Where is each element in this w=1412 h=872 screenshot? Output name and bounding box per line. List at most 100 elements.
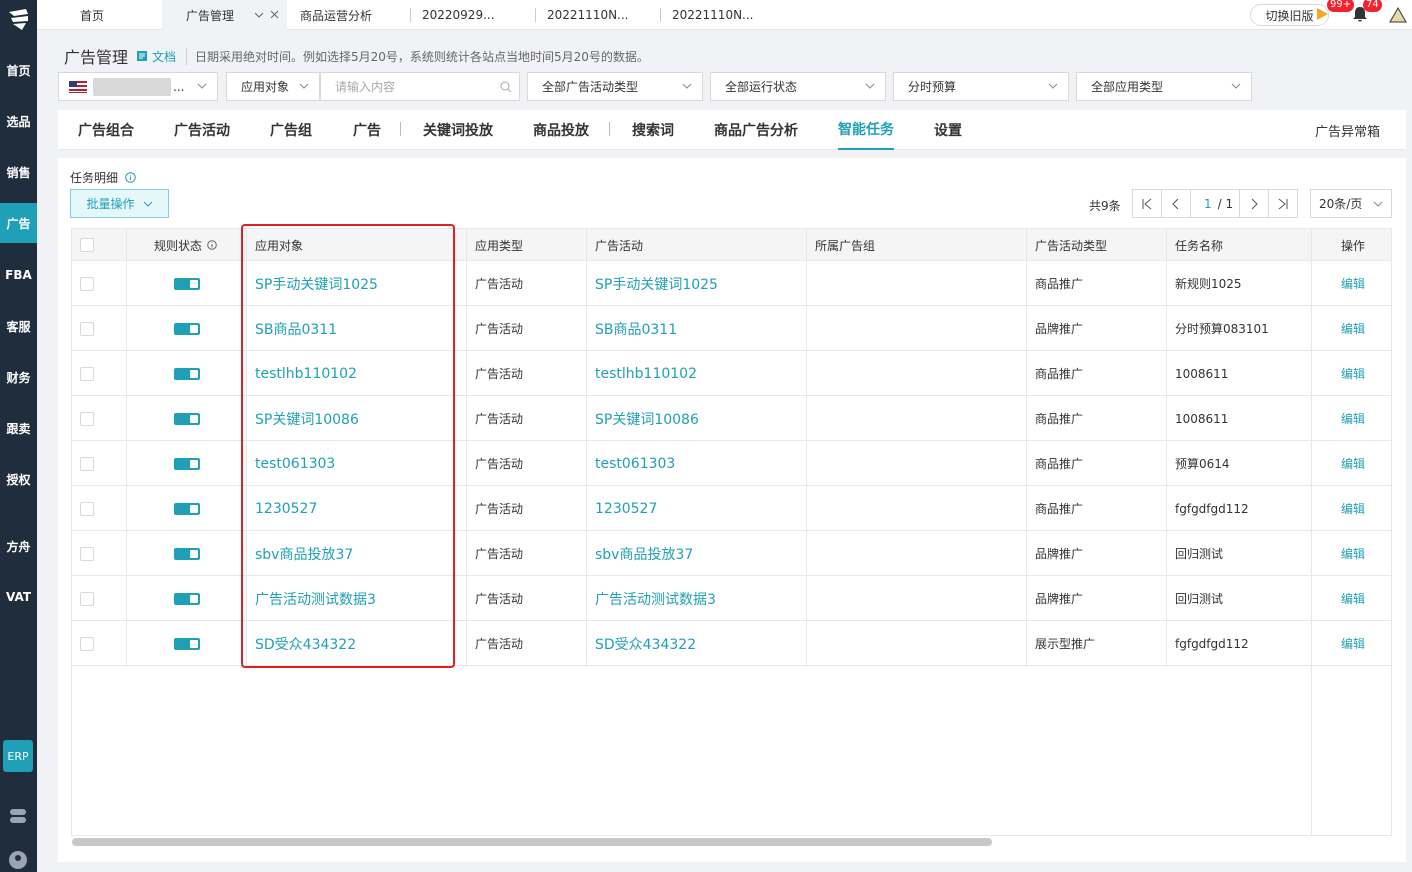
edit-button[interactable]: 编辑 bbox=[1341, 441, 1365, 486]
row-checkbox[interactable] bbox=[80, 546, 94, 561]
campaign-type-select[interactable]: 全部广告活动类型 bbox=[527, 72, 703, 101]
campaign-link[interactable]: sbv商品投放37 bbox=[595, 531, 693, 576]
ad-subnav: 广告组合 广告活动 广告组 广告 关键词投放 商品投放 搜索词 商品广告分析 智… bbox=[58, 110, 1406, 150]
store-select[interactable]: ... bbox=[58, 72, 218, 101]
subtab-product-targeting[interactable]: 商品投放 bbox=[533, 110, 589, 150]
edit-button[interactable]: 编辑 bbox=[1341, 351, 1365, 396]
select-all-checkbox[interactable] bbox=[80, 238, 94, 252]
rule-status-toggle[interactable] bbox=[174, 502, 200, 515]
rule-status-toggle[interactable] bbox=[174, 367, 200, 380]
nav-item-ads[interactable]: 广告 bbox=[0, 203, 37, 243]
subtab-keyword[interactable]: 关键词投放 bbox=[423, 110, 493, 150]
edit-button[interactable]: 编辑 bbox=[1341, 261, 1365, 306]
first-page-icon bbox=[1142, 198, 1152, 209]
row-checkbox[interactable] bbox=[80, 501, 94, 516]
subtab-portfolio[interactable]: 广告组合 bbox=[78, 110, 134, 150]
rule-status-toggle[interactable] bbox=[174, 412, 200, 425]
campaign-link[interactable]: test061303 bbox=[595, 441, 675, 486]
campaign-link[interactable]: 1230527 bbox=[595, 486, 657, 531]
run-state-select[interactable]: 全部运行状态 bbox=[710, 72, 886, 101]
row-checkbox[interactable] bbox=[80, 456, 94, 471]
prev-page-button[interactable] bbox=[1161, 189, 1191, 218]
row-checkbox[interactable] bbox=[80, 276, 94, 291]
search-icon[interactable] bbox=[500, 81, 512, 93]
database-icon[interactable] bbox=[7, 805, 29, 827]
nav-item-authorization[interactable]: 授权 bbox=[0, 459, 37, 499]
nav-item-sales[interactable]: 销售 bbox=[0, 152, 37, 192]
campaign-link[interactable]: 广告活动测试数据3 bbox=[595, 576, 716, 621]
nav-item-ark[interactable]: 方舟 bbox=[0, 526, 37, 566]
doc-link[interactable]: 文档 bbox=[136, 48, 176, 65]
row-checkbox[interactable] bbox=[80, 321, 94, 336]
subtab-product-ad-analysis[interactable]: 商品广告分析 bbox=[714, 110, 798, 150]
rule-status-toggle[interactable] bbox=[174, 457, 200, 470]
nav-item-customer-service[interactable]: 客服 bbox=[0, 306, 37, 346]
subtab-smart-task[interactable]: 智能任务 bbox=[838, 110, 894, 150]
user-icon[interactable] bbox=[1389, 5, 1407, 23]
subtab-ad-group[interactable]: 广告组 bbox=[270, 110, 312, 150]
first-page-button[interactable] bbox=[1132, 189, 1162, 218]
nav-item-product-selection[interactable]: 选品 bbox=[0, 101, 37, 141]
tab-20220929[interactable]: 20220929... bbox=[422, 0, 495, 30]
rule-status-toggle[interactable] bbox=[174, 592, 200, 605]
nav-item-follow-sell[interactable]: 跟卖 bbox=[0, 408, 37, 448]
user-avatar-icon[interactable] bbox=[7, 849, 29, 871]
campaign-link[interactable]: SD受众434322 bbox=[595, 621, 696, 666]
nav-item-home[interactable]: 首页 bbox=[0, 50, 37, 90]
chevron-down-icon[interactable] bbox=[254, 11, 264, 19]
nav-item-fba[interactable]: FBA bbox=[0, 255, 37, 295]
ad-anomaly-box[interactable]: 广告异常箱 bbox=[1315, 110, 1380, 150]
edit-button[interactable]: 编辑 bbox=[1341, 531, 1365, 576]
info-icon[interactable] bbox=[125, 172, 136, 183]
apply-type-cell: 广告活动 bbox=[475, 322, 524, 336]
nav-item-finance[interactable]: 财务 bbox=[0, 357, 37, 397]
bulk-action-button[interactable]: 批量操作 bbox=[70, 189, 169, 218]
tab-ad-management[interactable]: 广告管理 bbox=[162, 0, 287, 30]
apply-object-label: 应用对象 bbox=[241, 80, 290, 94]
search-input[interactable]: 请输入内容 bbox=[320, 72, 520, 101]
next-page-button[interactable] bbox=[1239, 189, 1269, 218]
tab-home[interactable]: 首页 bbox=[37, 0, 162, 30]
row-checkbox[interactable] bbox=[80, 636, 94, 651]
campaign-link[interactable]: SB商品0311 bbox=[595, 306, 677, 351]
campaign-link[interactable]: testlhb110102 bbox=[595, 351, 697, 396]
subtab-ad[interactable]: 广告 bbox=[353, 110, 381, 150]
edit-button[interactable]: 编辑 bbox=[1341, 306, 1365, 351]
apply-type-select[interactable]: 全部应用类型 bbox=[1076, 72, 1252, 101]
rule-status-toggle[interactable] bbox=[174, 322, 200, 335]
tab-product-analysis[interactable]: 商品运营分析 bbox=[300, 0, 372, 30]
subtab-campaign[interactable]: 广告活动 bbox=[174, 110, 230, 150]
rule-status-toggle[interactable] bbox=[174, 547, 200, 560]
store-name-blurred bbox=[93, 77, 171, 96]
subtab-search-term[interactable]: 搜索词 bbox=[632, 110, 674, 150]
rule-status-toggle[interactable] bbox=[174, 637, 200, 650]
page-size-select[interactable]: 20条/页 bbox=[1310, 189, 1392, 218]
last-page-button[interactable] bbox=[1268, 189, 1298, 218]
rule-status-toggle[interactable] bbox=[174, 277, 200, 290]
row-checkbox[interactable] bbox=[80, 411, 94, 426]
row-checkbox[interactable] bbox=[80, 366, 94, 381]
edit-button[interactable]: 编辑 bbox=[1341, 396, 1365, 441]
budget-select[interactable]: 分时预算 bbox=[893, 72, 1069, 101]
campaign-type-cell: 品牌推广 bbox=[1035, 592, 1084, 606]
tab-20221110n-1[interactable]: 20221110N... bbox=[547, 0, 629, 30]
campaign-link[interactable]: SP关键词10086 bbox=[595, 396, 699, 441]
nav-item-vat[interactable]: VAT bbox=[0, 577, 37, 617]
col-divider bbox=[1311, 229, 1312, 835]
col-ad-group: 所属广告组 bbox=[815, 238, 876, 253]
nav-item-erp[interactable]: ERP bbox=[3, 740, 33, 772]
page-input[interactable]: 1 / 1 bbox=[1190, 189, 1240, 218]
close-icon[interactable] bbox=[270, 10, 279, 19]
edit-button[interactable]: 编辑 bbox=[1341, 576, 1365, 621]
app-logo-icon[interactable] bbox=[6, 6, 32, 32]
chevron-down-icon bbox=[865, 83, 875, 89]
subtab-settings[interactable]: 设置 bbox=[934, 110, 962, 150]
edit-button[interactable]: 编辑 bbox=[1341, 486, 1365, 531]
edit-button[interactable]: 编辑 bbox=[1341, 621, 1365, 666]
row-checkbox[interactable] bbox=[80, 591, 94, 606]
info-icon[interactable] bbox=[207, 240, 217, 250]
apply-object-select[interactable]: 应用对象 bbox=[226, 72, 320, 101]
campaign-link[interactable]: SP手动关键词1025 bbox=[595, 261, 718, 306]
tab-20221110n-2[interactable]: 20221110N... bbox=[672, 0, 754, 30]
horizontal-scrollbar[interactable] bbox=[72, 838, 992, 846]
